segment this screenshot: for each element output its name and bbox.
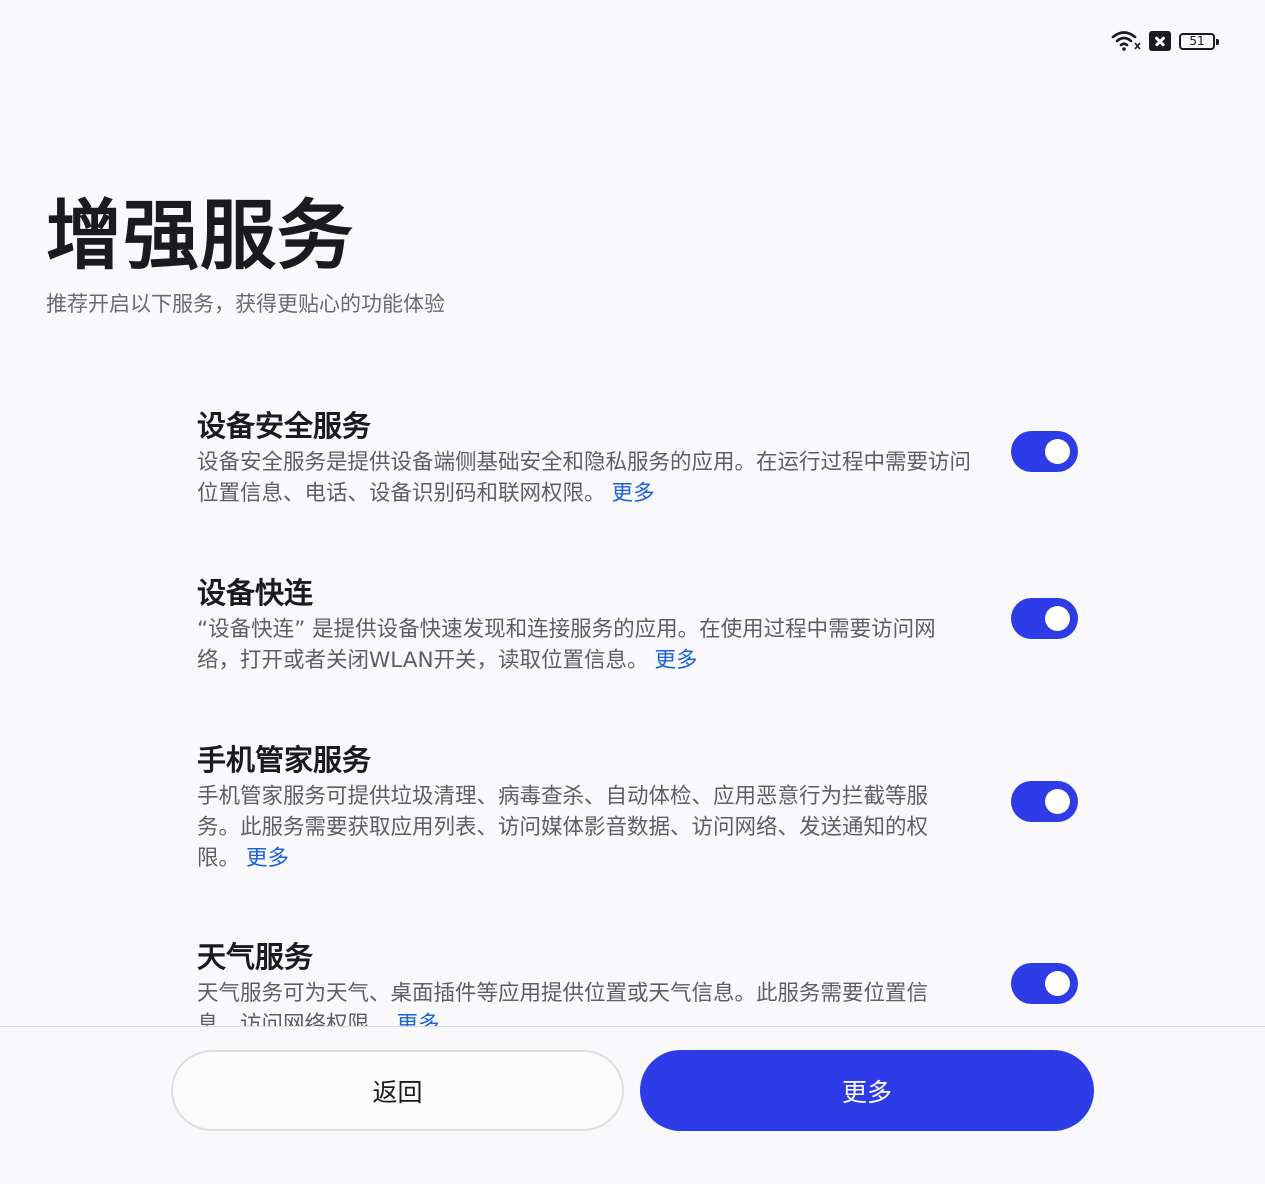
- device-security-toggle[interactable]: [1011, 431, 1078, 472]
- service-item-weather: 天气服务 天气服务可为天气、桌面插件等应用提供位置或天气信息。此服务需要位置信息…: [197, 937, 1087, 1026]
- service-description: 手机管家服务可提供垃圾清理、病毒查杀、自动体检、应用恶意行为拦截等服务。此服务需…: [197, 781, 967, 874]
- device-quick-connect-toggle[interactable]: [1011, 598, 1078, 639]
- service-name: 设备快连: [197, 576, 314, 610]
- service-text: 设备快连 “设备快连” 是提供设备快速发现和连接服务的应用。在使用过程中需要访问…: [197, 573, 967, 676]
- phone-manager-toggle[interactable]: [1011, 781, 1078, 822]
- service-name: 设备安全服务: [197, 409, 372, 443]
- toggle-knob: [1045, 606, 1070, 631]
- service-list[interactable]: 设备安全服务 设备安全服务是提供设备端侧基础安全和隐私服务的应用。在运行过程中需…: [0, 0, 1265, 1026]
- more-link[interactable]: 更多: [397, 1012, 440, 1026]
- service-text: 天气服务 天气服务可为天气、桌面插件等应用提供位置或天气信息。此服务需要位置信息…: [197, 937, 967, 1026]
- service-text: 手机管家服务 手机管家服务可提供垃圾清理、病毒查杀、自动体检、应用恶意行为拦截等…: [197, 740, 967, 874]
- service-item-device-quick-connect: 设备快连 “设备快连” 是提供设备快速发现和连接服务的应用。在使用过程中需要访问…: [197, 573, 1087, 676]
- toggle-knob: [1045, 971, 1070, 996]
- service-description-text: 设备安全服务是提供设备端侧基础安全和隐私服务的应用。在运行过程中需要访问位置信息…: [197, 450, 972, 506]
- bottom-bar: 返回 更多: [0, 1027, 1265, 1184]
- service-description: 设备安全服务是提供设备端侧基础安全和隐私服务的应用。在运行过程中需要访问位置信息…: [197, 447, 987, 509]
- service-name: 天气服务: [197, 940, 314, 974]
- toggle-knob: [1045, 789, 1070, 814]
- service-description: “设备快连” 是提供设备快速发现和连接服务的应用。在使用过程中需要访问网络，打开…: [197, 614, 967, 676]
- toggle-knob: [1045, 439, 1070, 464]
- service-description: 天气服务可为天气、桌面插件等应用提供位置或天气信息。此服务需要位置信息、访问网络…: [197, 978, 967, 1026]
- service-item-device-security: 设备安全服务 设备安全服务是提供设备端侧基础安全和隐私服务的应用。在运行过程中需…: [197, 406, 1087, 509]
- more-link[interactable]: 更多: [655, 648, 698, 673]
- service-description-text: 天气服务可为天气、桌面插件等应用提供位置或天气信息。此服务需要位置信息、访问网络…: [197, 981, 929, 1026]
- more-button[interactable]: 更多: [640, 1050, 1094, 1131]
- more-link[interactable]: 更多: [612, 481, 655, 506]
- service-description-text: 手机管家服务可提供垃圾清理、病毒查杀、自动体检、应用恶意行为拦截等服务。此服务需…: [197, 784, 929, 871]
- back-button[interactable]: 返回: [171, 1050, 624, 1131]
- service-description-text: “设备快连” 是提供设备快速发现和连接服务的应用。在使用过程中需要访问网络，打开…: [197, 617, 936, 673]
- weather-toggle[interactable]: [1011, 963, 1078, 1004]
- service-text: 设备安全服务 设备安全服务是提供设备端侧基础安全和隐私服务的应用。在运行过程中需…: [197, 406, 987, 509]
- service-item-phone-manager: 手机管家服务 手机管家服务可提供垃圾清理、病毒查杀、自动体检、应用恶意行为拦截等…: [197, 740, 1087, 874]
- more-link[interactable]: 更多: [246, 846, 289, 871]
- service-name: 手机管家服务: [197, 743, 372, 777]
